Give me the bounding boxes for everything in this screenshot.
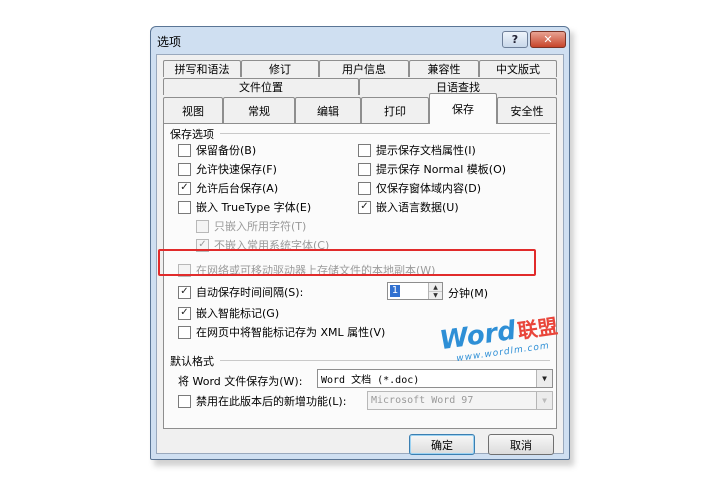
close-icon: ✕ [543,33,553,46]
default-format-group-label: 默认格式 [170,355,214,368]
tab-save[interactable]: 保存 [429,93,497,124]
checkbox-label: 允许后台保存(A) [196,182,279,195]
checkbox-box [358,162,371,176]
embed-truetype-checkbox[interactable]: 嵌入 TrueType 字体(E) [178,199,311,215]
smart-tags-xml-checkbox[interactable]: 在网页中将智能标记存为 XML 属性(V) [178,324,385,340]
spinner-up-icon[interactable]: ▲ [429,283,442,291]
checkmark-icon: ✓ [178,285,191,299]
checkbox-label: 保留备份(B) [196,144,257,157]
checkbox-label: 不嵌入常用系统字体(C) [214,239,330,252]
checkbox-label: 在网页中将智能标记存为 XML 属性(V) [196,326,386,339]
dropdown-arrow-icon[interactable]: ▼ [536,370,552,387]
tab-file-locations[interactable]: 文件位置 [163,78,359,95]
skip-common-system-fonts-checkbox[interactable]: ✓ 不嵌入常用系统字体(C) [196,237,329,253]
checkbox-label: 提示保存文档属性(I) [376,144,476,157]
checkbox-label: 嵌入智能标记(G) [196,307,280,320]
checkbox-box [178,263,191,277]
spinner-down-icon[interactable]: ▼ [429,291,442,299]
save-as-label: 将 Word 文件保存为(W): [178,375,303,388]
dropdown-arrow-icon[interactable]: ▼ [536,392,552,409]
help-button[interactable]: ? [502,31,528,48]
autosave-minutes-spinner[interactable]: 1 ▲ ▼ [387,282,443,300]
checkmark-icon: ✓ [196,238,209,252]
checkbox-label: 只嵌入所用字符(T) [214,220,307,233]
title-bar[interactable]: 选项 ? ✕ [151,27,569,53]
checkbox-box [178,200,191,214]
save-options-divider [220,133,550,134]
checkbox-label: 允许快速保存(F) [196,163,277,176]
ok-button[interactable]: 确定 [409,434,475,455]
tab-asian-typography[interactable]: 中文版式 [479,60,557,77]
save-as-format-value: Word 文档 (*.doc) [321,375,420,386]
checkbox-box [178,143,191,157]
autosave-interval-checkbox[interactable]: ✓ 自动保存时间间隔(S): [178,284,303,300]
tab-security[interactable]: 安全性 [497,97,557,123]
checkmark-icon: ✓ [178,306,191,320]
tab-spelling-grammar[interactable]: 拼写和语法 [163,60,241,77]
help-icon: ? [511,33,519,46]
tab-print[interactable]: 打印 [361,97,429,123]
checkmark-icon: ✓ [178,181,191,195]
tab-edit[interactable]: 编辑 [295,97,361,123]
default-format-divider [220,360,550,361]
tab-view[interactable]: 视图 [163,97,223,123]
checkbox-box [178,162,191,176]
prompt-normal-template-checkbox[interactable]: 提示保存 Normal 模板(O) [358,161,506,177]
store-local-copy-checkbox[interactable]: 在网络或可移动驱动器上存储文件的本地副本(W) [178,262,435,278]
checkbox-label: 禁用在此版本后的新增功能(L): [196,395,347,408]
checkbox-box [358,181,371,195]
spinner-arrows: ▲ ▼ [428,283,442,299]
disable-new-features-checkbox[interactable]: 禁用在此版本后的新增功能(L): [178,393,346,409]
checkbox-box [178,325,191,339]
minutes-unit-label: 分钟(M) [448,287,489,300]
cancel-button[interactable]: 取消 [488,434,554,455]
save-as-format-select[interactable]: Word 文档 (*.doc) ▼ [317,369,553,388]
prompt-doc-properties-checkbox[interactable]: 提示保存文档属性(I) [358,142,476,158]
allow-background-save-checkbox[interactable]: ✓ 允许后台保存(A) [178,180,278,196]
dialog-body: 拼写和语法 修订 用户信息 兼容性 中文版式 文件位置 日语查找 视图 常规 编… [156,54,564,455]
checkbox-label: 仅保存窗体域内容(D) [376,182,482,195]
save-form-data-only-checkbox[interactable]: 仅保存窗体域内容(D) [358,180,481,196]
checkbox-label: 嵌入语言数据(U) [376,201,459,214]
allow-fast-save-checkbox[interactable]: 允许快速保存(F) [178,161,277,177]
embed-language-data-checkbox[interactable]: ✓ 嵌入语言数据(U) [358,199,459,215]
tab-general[interactable]: 常规 [223,97,295,123]
dialog-title: 选项 [157,35,182,49]
version-select[interactable]: Microsoft Word 97 ▼ [367,391,553,410]
embed-used-chars-only-checkbox[interactable]: 只嵌入所用字符(T) [196,218,306,234]
checkbox-box [196,219,209,233]
close-button[interactable]: ✕ [530,31,566,48]
checkmark-icon: ✓ [358,200,371,214]
autosave-minutes-value[interactable]: 1 [390,285,400,297]
checkbox-label: 提示保存 Normal 模板(O) [376,163,507,176]
checkbox-label: 嵌入 TrueType 字体(E) [196,201,312,214]
tab-track-changes[interactable]: 修订 [241,60,319,77]
checkbox-box [178,394,191,408]
checkbox-box [358,143,371,157]
embed-smart-tags-checkbox[interactable]: ✓ 嵌入智能标记(G) [178,305,279,321]
keep-backup-checkbox[interactable]: 保留备份(B) [178,142,256,158]
version-value: Microsoft Word 97 [371,395,474,406]
tab-user-info[interactable]: 用户信息 [319,60,409,77]
checkbox-label: 在网络或可移动驱动器上存储文件的本地副本(W) [196,264,436,277]
save-tab-panel: 保存选项 保留备份(B) 允许快速保存(F) ✓ 允许后台保存(A) 嵌入 Tr… [163,123,557,429]
checkbox-label: 自动保存时间间隔(S): [196,286,304,299]
tab-compatibility[interactable]: 兼容性 [409,60,479,77]
options-dialog: 选项 ? ✕ 拼写和语法 修订 用户信息 兼容性 中文版式 文件位置 日语查找 … [150,26,570,460]
save-options-group-label: 保存选项 [170,128,214,141]
